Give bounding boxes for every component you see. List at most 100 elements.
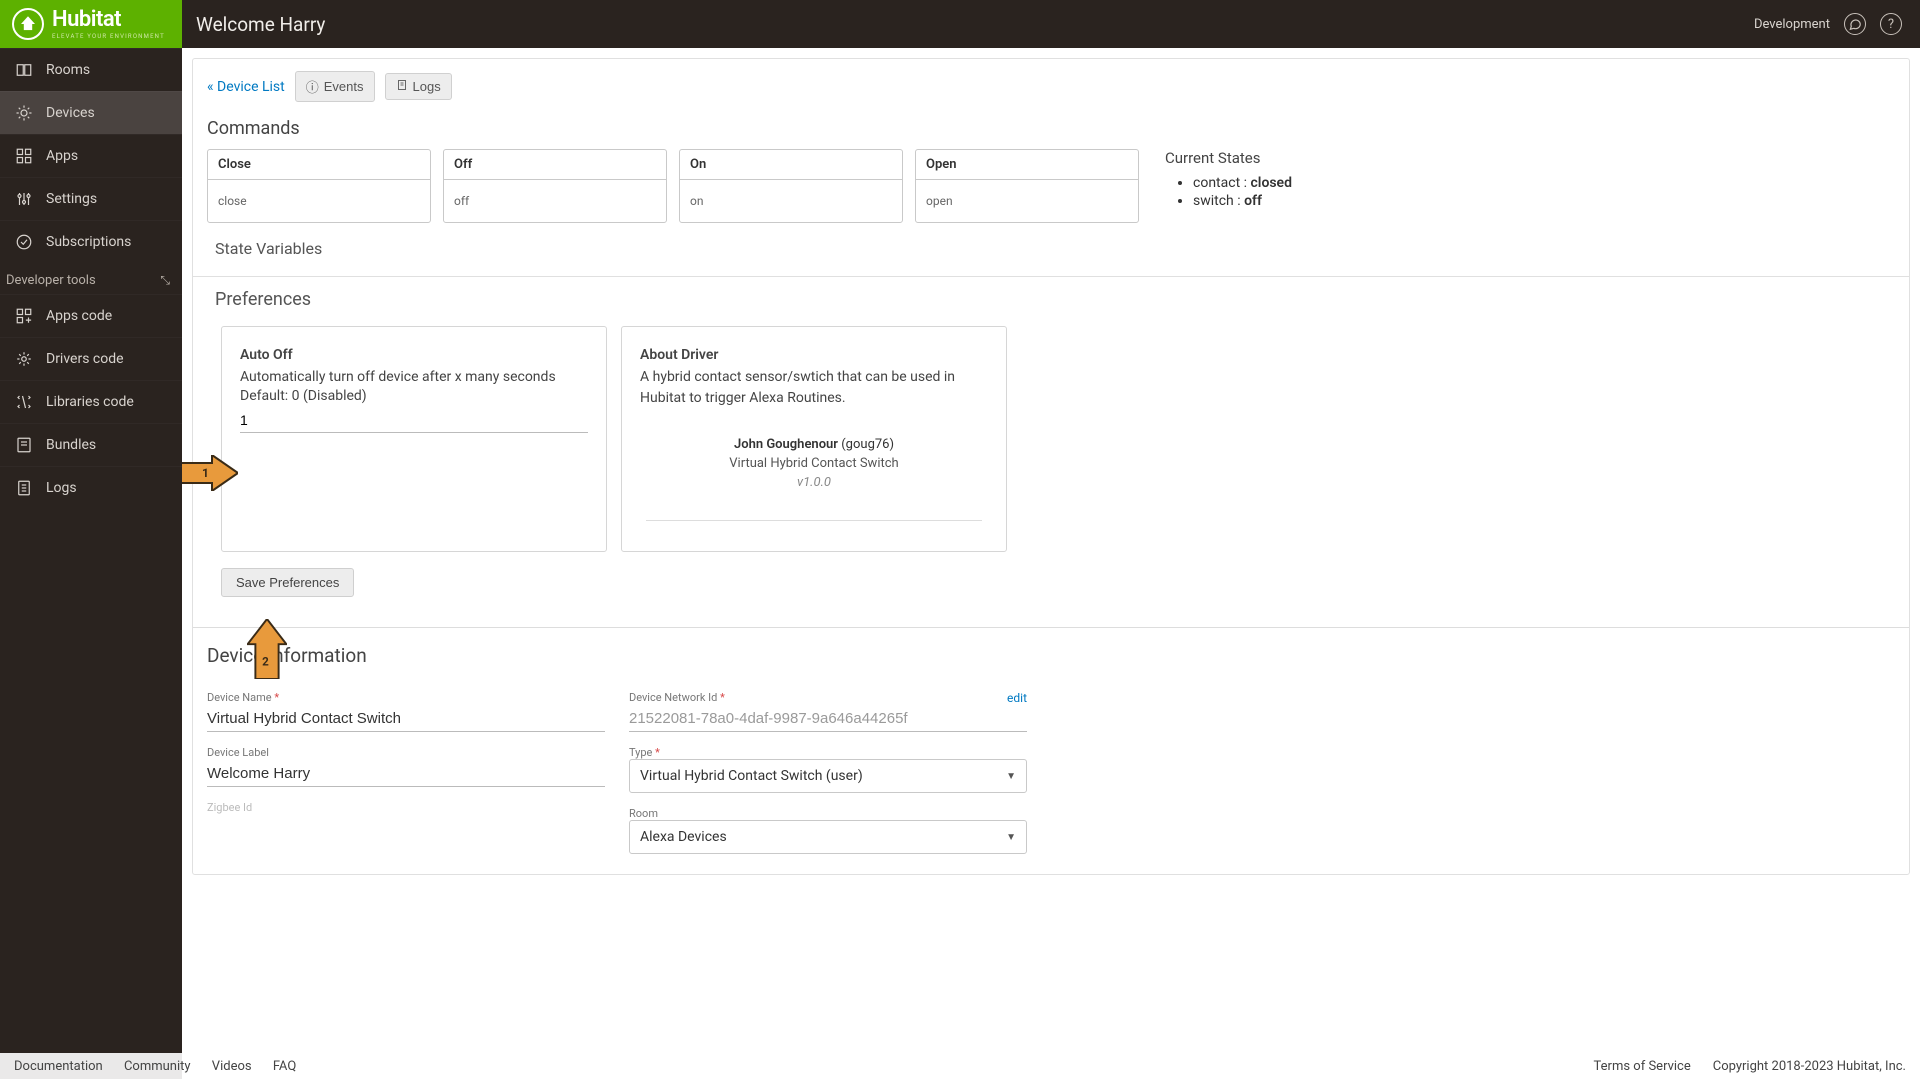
page-title: Welcome Harry (182, 13, 325, 36)
collapse-icon[interactable]: ⤡ (160, 273, 170, 288)
state-contact: contact : closed (1193, 175, 1365, 191)
footer-right: Terms of Service Copyright 2018-2023 Hub… (1594, 1059, 1906, 1074)
field-zigbee-id: Zigbee Id (207, 801, 605, 814)
save-preferences-button[interactable]: Save Preferences (221, 568, 354, 597)
device-list-link[interactable]: « Device List (207, 79, 285, 95)
dev-tools-label: Developer tools (6, 273, 96, 288)
command-header: Off (444, 150, 666, 180)
sidebar-item-label: Libraries code (46, 394, 134, 410)
drivers-code-icon (14, 349, 34, 369)
comment-icon[interactable] (1844, 13, 1866, 35)
devices-icon (14, 103, 34, 123)
dev-mode-label[interactable]: Development (1754, 17, 1830, 32)
sidebar-item-devices[interactable]: Devices (0, 91, 182, 134)
state-switch: switch : off (1193, 193, 1365, 209)
logs-button[interactable]: Logs (385, 73, 452, 100)
logo[interactable]: Hubitat ELEVATE YOUR ENVIRONMENT (0, 0, 182, 48)
sidebar-item-logs[interactable]: Logs (0, 466, 182, 509)
apps-code-icon (14, 306, 34, 326)
command-body: open (916, 180, 1138, 222)
sidebar-item-drivers-code[interactable]: Drivers code (0, 337, 182, 380)
field-device-label: Device Label (207, 746, 605, 787)
commands-row: Close close Off off On on Open open (207, 149, 1895, 223)
command-on[interactable]: On on (679, 149, 903, 223)
brand-subtitle: ELEVATE YOUR ENVIRONMENT (52, 34, 165, 40)
command-body: close (208, 180, 430, 222)
device-info-form: Device Name * Device Label Zigbee Id edi… (207, 677, 1895, 854)
footer-link-documentation[interactable]: Documentation (14, 1059, 103, 1074)
sidebar-item-settings[interactable]: Settings (0, 177, 182, 220)
libraries-code-icon (14, 392, 34, 412)
help-icon[interactable]: ? (1880, 13, 1902, 35)
logs-icon (14, 478, 34, 498)
apps-icon (14, 146, 34, 166)
hubitat-logo-icon (12, 8, 44, 40)
chevron-down-icon: ▼ (1006, 832, 1016, 843)
footer-link-faq[interactable]: FAQ (273, 1059, 296, 1074)
sidebar-item-label: Drivers code (46, 351, 124, 367)
zigbee-id-label: Zigbee Id (207, 801, 605, 814)
footer-link-terms[interactable]: Terms of Service (1594, 1059, 1691, 1074)
logs-label: Logs (413, 79, 441, 94)
svg-text:1: 1 (202, 466, 209, 480)
field-room: Room Alexa Devices ▼ (629, 807, 1027, 854)
footer-link-videos[interactable]: Videos (212, 1059, 252, 1074)
events-label: Events (324, 79, 364, 94)
sidebar-item-label: Bundles (46, 437, 96, 453)
command-body: on (680, 180, 902, 222)
logo-text: Hubitat ELEVATE YOUR ENVIRONMENT (52, 9, 165, 40)
sidebar-item-label: Apps code (46, 308, 112, 324)
events-button[interactable]: ⓘ Events (295, 71, 375, 102)
logs-small-icon (396, 79, 408, 94)
field-network-id: Device Network Id * (629, 691, 1027, 732)
sidebar-item-bundles[interactable]: Bundles (0, 423, 182, 466)
device-label-input[interactable] (207, 759, 605, 787)
footer-link-community[interactable]: Community (124, 1059, 191, 1074)
sidebar: Rooms Devices Apps Settings (0, 48, 182, 1079)
commands-title: Commands (207, 118, 1895, 139)
developer-tools-header[interactable]: Developer tools ⤡ (0, 263, 182, 294)
about-author: John Goughenour (goug76) (640, 437, 988, 452)
main-content: 1 2 « Device List ⓘ Events Logs (182, 48, 1920, 1079)
device-info-title: Device Information (207, 628, 1895, 677)
rooms-icon (14, 60, 34, 80)
field-device-name: Device Name * (207, 691, 605, 732)
auto-off-desc: Automatically turn off device after x ma… (240, 367, 588, 388)
sidebar-item-label: Settings (46, 191, 97, 207)
subscriptions-icon (14, 232, 34, 252)
sidebar-item-label: Apps (46, 148, 78, 164)
command-close[interactable]: Close close (207, 149, 431, 223)
footer-copyright: Copyright 2018-2023 Hubitat, Inc. (1713, 1059, 1906, 1074)
sidebar-item-label: Logs (46, 480, 77, 496)
author-handle: (goug76) (841, 437, 894, 452)
brand-name: Hubitat (52, 9, 165, 31)
device-name-input[interactable] (207, 704, 605, 732)
sidebar-item-apps-code[interactable]: Apps code (0, 294, 182, 337)
type-select[interactable]: Virtual Hybrid Contact Switch (user) ▼ (629, 759, 1027, 793)
svg-text:2: 2 (262, 654, 269, 668)
command-off[interactable]: Off off (443, 149, 667, 223)
about-version: v1.0.0 (640, 475, 988, 490)
edit-network-id-link[interactable]: edit (1007, 691, 1027, 705)
network-id-label: Device Network Id * (629, 691, 1027, 704)
info-icon: ⓘ (306, 77, 319, 96)
footer: Documentation Community Videos FAQ Terms… (0, 1053, 1920, 1079)
current-states-title: Current States (1165, 149, 1365, 167)
device-label-label: Device Label (207, 746, 605, 759)
sidebar-item-apps[interactable]: Apps (0, 134, 182, 177)
sidebar-item-rooms[interactable]: Rooms (0, 48, 182, 91)
settings-icon (14, 189, 34, 209)
chevron-down-icon: ▼ (1006, 771, 1016, 782)
room-select[interactable]: Alexa Devices ▼ (629, 820, 1027, 854)
command-header: On (680, 150, 902, 180)
field-type: Type * Virtual Hybrid Contact Switch (us… (629, 746, 1027, 793)
auto-off-default: Default: 0 (Disabled) (240, 388, 588, 404)
network-id-input (629, 704, 1027, 732)
device-subnav: « Device List ⓘ Events Logs (207, 67, 1895, 112)
auto-off-input[interactable] (240, 410, 588, 433)
command-open[interactable]: Open open (915, 149, 1139, 223)
sidebar-item-libraries-code[interactable]: Libraries code (0, 380, 182, 423)
sidebar-item-subscriptions[interactable]: Subscriptions (0, 220, 182, 263)
annotation-arrow-2: 2 (247, 619, 287, 679)
author-name: John Goughenour (734, 437, 838, 452)
